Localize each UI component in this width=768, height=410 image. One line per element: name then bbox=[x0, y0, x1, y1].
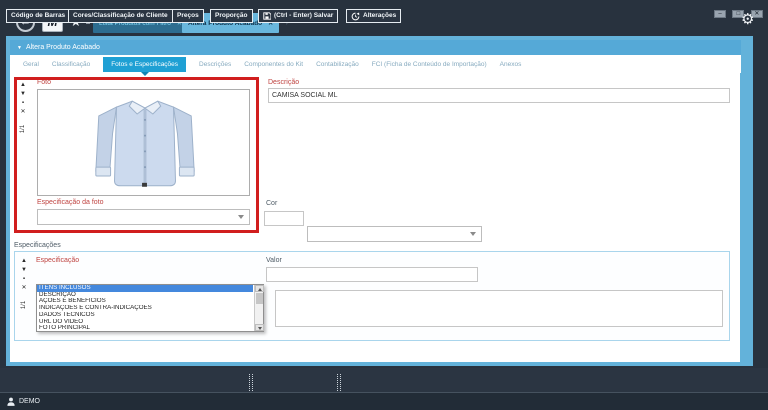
chevron-down-icon bbox=[238, 215, 244, 219]
descricao-label: Descrição bbox=[268, 79, 299, 86]
tab-classificacao[interactable]: Classificação bbox=[52, 61, 90, 68]
window-controls: – □ ✕ bbox=[712, 2, 763, 20]
active-tab-notch bbox=[141, 72, 149, 76]
toolbar-separator bbox=[249, 374, 253, 393]
tab-fci[interactable]: FCI (Ficha de Conteúdo de Importação) bbox=[372, 61, 487, 68]
button-label: (Ctrl - Enter) Salvar bbox=[274, 10, 333, 22]
tab-anexos[interactable]: Anexos bbox=[500, 61, 522, 68]
descricao-input[interactable]: CAMISA SOCIAL ML bbox=[268, 88, 730, 103]
gear-icon[interactable]: ⚙ bbox=[741, 12, 754, 27]
spec-record-navigator: ▲ ▼ ▪ ✕ 1/1 bbox=[17, 258, 31, 308]
dropdown-scrollbar[interactable] bbox=[254, 285, 263, 331]
precos-button[interactable]: Preços bbox=[172, 9, 204, 23]
button-label: Proporção bbox=[215, 10, 248, 22]
user-icon bbox=[7, 397, 15, 406]
especificacoes-title: Especificações bbox=[14, 242, 61, 249]
save-icon bbox=[263, 12, 271, 20]
toolbar-separator bbox=[337, 374, 341, 393]
cor-select[interactable] bbox=[307, 226, 482, 242]
tab-fotos-especificacoes[interactable]: Fotos e Especificações bbox=[103, 57, 186, 72]
product-photo-frame[interactable] bbox=[37, 89, 250, 196]
especificacao-foto-label: Especificação da foto bbox=[37, 199, 104, 206]
cor-code-input[interactable] bbox=[264, 211, 304, 226]
alteracoes-button[interactable]: Alterações bbox=[346, 9, 401, 23]
delete-record-icon[interactable]: ✕ bbox=[20, 109, 25, 115]
valor-input[interactable] bbox=[266, 267, 478, 282]
tab-componentes-kit[interactable]: Componentes do Kit bbox=[244, 61, 303, 68]
salvar-button[interactable]: (Ctrl - Enter) Salvar bbox=[258, 9, 338, 23]
scroll-up-icon[interactable] bbox=[255, 285, 264, 292]
codigo-de-barras-button[interactable]: Código de Barras bbox=[6, 9, 70, 23]
move-down-icon[interactable]: ▼ bbox=[20, 91, 26, 97]
bottom-toolbar bbox=[0, 368, 768, 392]
scroll-down-icon[interactable] bbox=[255, 324, 264, 331]
cor-label: Cor bbox=[266, 200, 277, 207]
tab-geral[interactable]: Geral bbox=[23, 61, 39, 68]
dropdown-item[interactable]: DESCRIÇÃO bbox=[37, 292, 253, 299]
valor-label: Valor bbox=[266, 257, 282, 264]
tab-descricoes[interactable]: Descrições bbox=[199, 61, 231, 68]
proporcao-button[interactable]: Proporção bbox=[210, 9, 253, 23]
move-up-icon[interactable]: ▲ bbox=[21, 258, 27, 264]
valor-textarea[interactable] bbox=[275, 290, 723, 327]
photo-record-navigator: ▲ ▼ ▪ ✕ 1/1 bbox=[16, 82, 30, 132]
status-bar: DEMO bbox=[0, 392, 768, 410]
add-record-icon[interactable]: ▪ bbox=[22, 100, 24, 106]
move-up-icon[interactable]: ▲ bbox=[20, 82, 26, 88]
panel-header[interactable]: ▼ Altera Produto Acabado bbox=[10, 40, 741, 55]
record-pager: 1/1 bbox=[21, 301, 27, 309]
add-record-icon[interactable]: ▪ bbox=[23, 276, 25, 282]
button-label: Código de Barras bbox=[11, 10, 65, 22]
especificacao-foto-select[interactable] bbox=[37, 209, 250, 225]
move-down-icon[interactable]: ▼ bbox=[21, 267, 27, 273]
dropdown-item[interactable]: URL DO VIDEO bbox=[37, 319, 253, 326]
button-label: Alterações bbox=[363, 10, 396, 22]
delete-record-icon[interactable]: ✕ bbox=[21, 285, 26, 291]
dropdown-item[interactable]: DADOS TÉCNICOS bbox=[37, 312, 253, 319]
shirt-image bbox=[86, 94, 204, 193]
button-label: Cores/Classificação de Cliente bbox=[73, 10, 168, 22]
dropdown-item[interactable]: INDICAÇÕES E CONTRA-INDICAÇÕES bbox=[37, 305, 253, 312]
dropdown-item[interactable]: ITENS INCLUSOS bbox=[37, 285, 253, 292]
dropdown-item[interactable]: AÇÕES E BENEFÍCIOS bbox=[37, 298, 253, 305]
tab-contabilizacao[interactable]: Contabilização bbox=[316, 61, 359, 68]
username-label: DEMO bbox=[19, 398, 40, 405]
cores-classificacao-button[interactable]: Cores/Classificação de Cliente bbox=[68, 9, 173, 23]
dropdown-item[interactable]: FOTO PRINCIPAL bbox=[37, 325, 253, 332]
foto-label: Foto bbox=[37, 79, 51, 86]
chevron-down-icon bbox=[470, 232, 476, 236]
tab-label: Fotos e Especificações bbox=[111, 61, 178, 68]
record-pager: 1/1 bbox=[20, 125, 26, 133]
form-tabbar: Geral Classificação Fotos e Especificaçõ… bbox=[10, 55, 741, 73]
minimize-button[interactable]: – bbox=[714, 10, 726, 18]
history-icon bbox=[351, 12, 360, 21]
button-label: Preços bbox=[177, 10, 199, 22]
collapse-icon[interactable]: ▼ bbox=[17, 45, 22, 51]
panel-title: Altera Produto Acabado bbox=[26, 44, 100, 51]
especificacao-label: Especificação bbox=[36, 257, 79, 264]
scrollbar-thumb[interactable] bbox=[256, 293, 263, 304]
app-window: – □ ✕ ← M ★ Lista Produtos com Filtro ✕ … bbox=[0, 0, 768, 410]
especificacao-dropdown-list: ITENS INCLUSOS DESCRIÇÃO AÇÕES E BENEFÍC… bbox=[36, 284, 264, 332]
